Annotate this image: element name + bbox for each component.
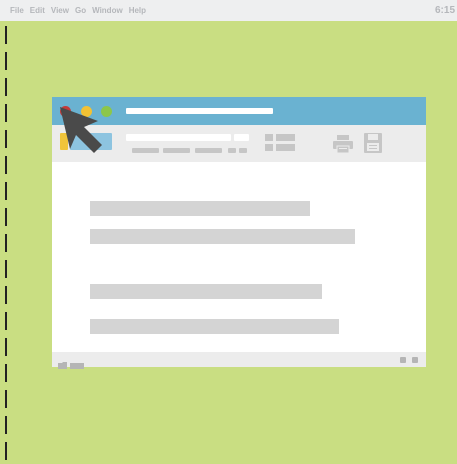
- bookmark-5[interactable]: [239, 148, 247, 153]
- text-line: [90, 229, 355, 244]
- left-edge-dashed-line: [5, 0, 7, 464]
- bookmark-4[interactable]: [228, 148, 236, 153]
- status-bar: [52, 352, 426, 369]
- mouse-pointer-icon: [56, 103, 104, 159]
- window-toolbar: [52, 125, 426, 162]
- status-indicator-2: [412, 357, 418, 363]
- text-line: [90, 201, 310, 216]
- menu-window[interactable]: Window: [92, 6, 123, 15]
- text-line: [90, 284, 322, 299]
- floppy-disk-icon[interactable]: [364, 133, 382, 153]
- address-go-button[interactable]: [234, 134, 249, 141]
- menu-bar: File Edit View Go Window Help 6:15: [0, 0, 457, 21]
- window-titlebar[interactable]: [52, 97, 426, 125]
- bookmark-3[interactable]: [195, 148, 222, 153]
- menu-help[interactable]: Help: [129, 6, 146, 15]
- menu-go[interactable]: Go: [75, 6, 86, 15]
- menu-edit[interactable]: Edit: [30, 6, 45, 15]
- text-line: [90, 319, 339, 334]
- address-field[interactable]: [126, 134, 231, 141]
- window-title-placeholder: [126, 108, 273, 114]
- folder-icon: [58, 356, 84, 369]
- menu-items: File Edit View Go Window Help: [10, 6, 146, 15]
- bookmark-1[interactable]: [132, 148, 159, 153]
- status-indicator-1: [400, 357, 406, 363]
- menu-file[interactable]: File: [10, 6, 24, 15]
- menu-view[interactable]: View: [51, 6, 69, 15]
- bookmark-2[interactable]: [163, 148, 190, 153]
- menu-clock: 6:15: [434, 5, 455, 16]
- printer-icon[interactable]: [333, 135, 353, 154]
- app-window: [52, 97, 426, 369]
- grid-view-icon[interactable]: [265, 134, 295, 152]
